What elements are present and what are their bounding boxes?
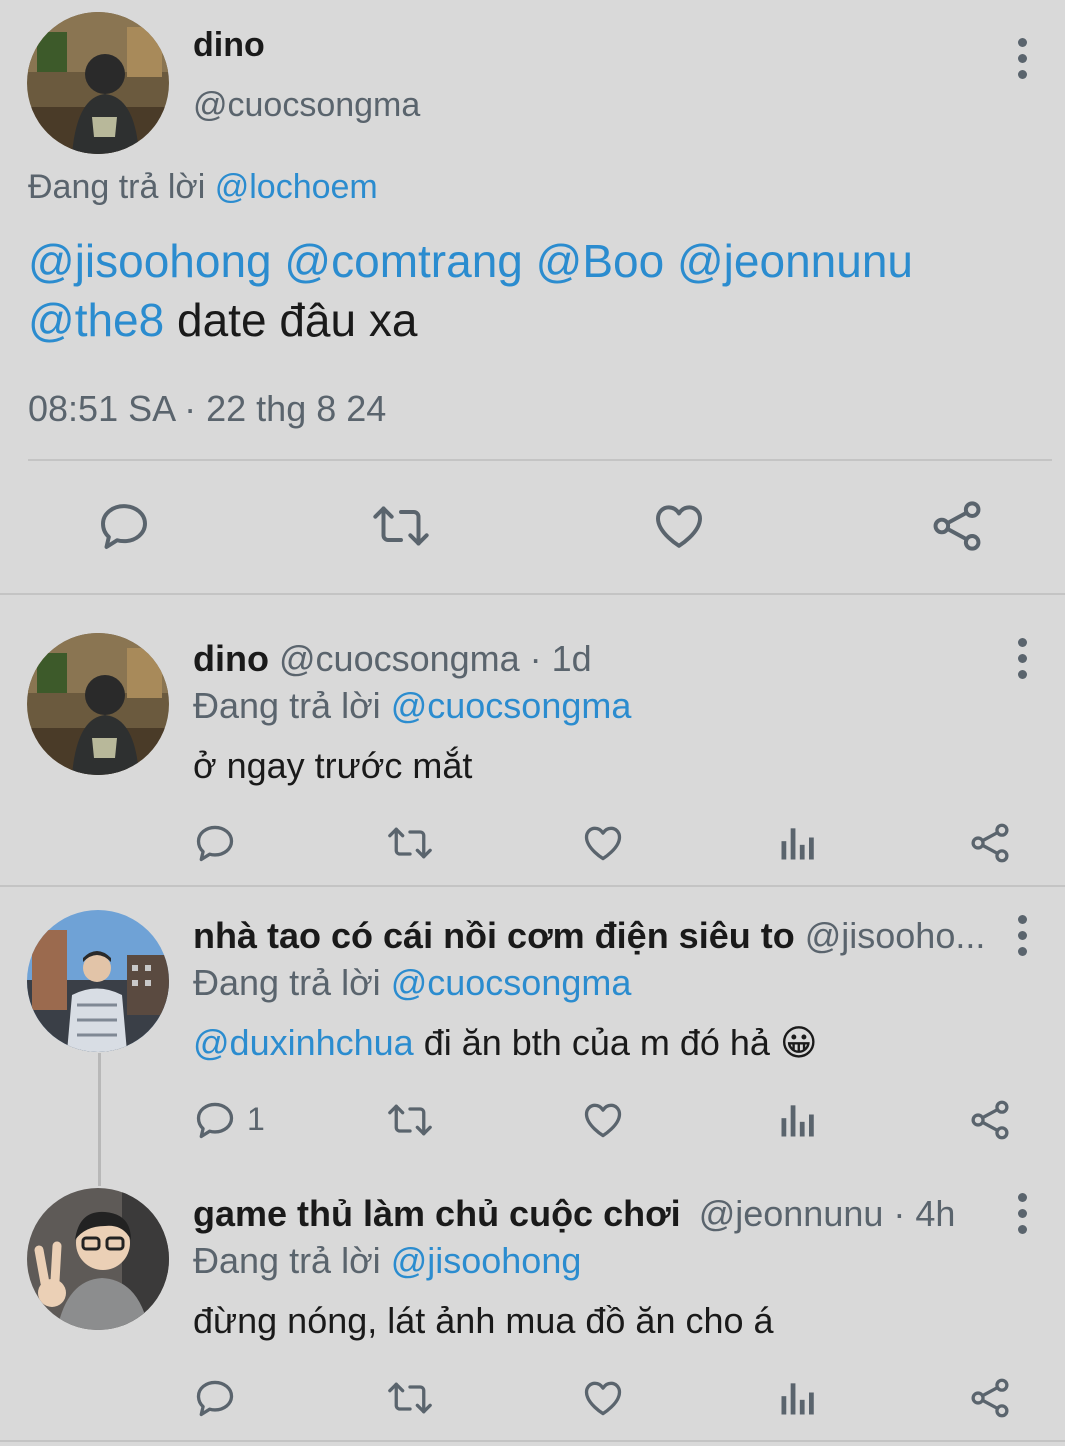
mention-link[interactable]: @jeonnunu (677, 235, 913, 287)
divider (28, 459, 1052, 461)
avatar-dino[interactable] (27, 633, 169, 775)
mention-link[interactable]: @jisoohong (28, 235, 272, 287)
handle-time[interactable]: @jisooho... (805, 915, 986, 956)
reply-to-link[interactable]: @jisoohong (391, 1240, 582, 1281)
reply-to-link[interactable]: @lochoem (215, 168, 378, 206)
tweet-text: ở ngay trước mắt (193, 745, 473, 786)
display-name[interactable]: dino (193, 638, 269, 679)
avatar-dino[interactable] (27, 12, 169, 154)
tweet-text: đừng nóng, lát ảnh mua đồ ăn cho á (193, 1300, 774, 1341)
tweet-header: dino @cuocsongma · 1d (193, 638, 592, 680)
tweet-header: game thủ làm chủ cuộc chơi @jeonnunu · 4… (193, 1193, 993, 1235)
tweet-text: @duxinhchua đi ăn bth của m đó hả 😀 (193, 1022, 817, 1064)
reply-count: 1 (247, 1101, 265, 1137)
tweet-separator (0, 593, 1065, 595)
analytics-icon[interactable] (776, 821, 820, 865)
analytics-icon[interactable] (776, 1098, 820, 1142)
tweet-header: nhà tao có cái nồi cơm điện siêu to @jis… (193, 915, 993, 957)
reply-context: Đang trả lời @cuocsongma (193, 962, 631, 1004)
reply-to-link[interactable]: @cuocsongma (391, 962, 632, 1003)
tweet-separator (0, 885, 1065, 887)
mention-link[interactable]: @Boo (536, 235, 665, 287)
tweet-body: đi ăn bth của m đó hả 😀 (413, 1022, 818, 1063)
like-icon[interactable] (651, 498, 707, 554)
reply-icon[interactable] (193, 821, 237, 865)
reply-context: Đang trả lời @lochoem (28, 168, 378, 207)
tweet-separator (0, 1440, 1065, 1442)
handle-time[interactable]: @jeonnunu · 4h (699, 1193, 956, 1234)
reply-context: Đang trả lời @cuocsongma (193, 685, 631, 727)
retweet-icon[interactable] (385, 1376, 435, 1420)
tweet-body: date đâu xa (164, 294, 418, 346)
share-icon[interactable] (968, 1098, 1012, 1142)
retweet-icon[interactable] (385, 821, 435, 865)
handle[interactable]: @cuocsongma (193, 86, 420, 125)
share-icon[interactable] (929, 498, 985, 554)
thread-line (98, 1053, 101, 1186)
display-name[interactable]: dino (193, 26, 265, 65)
like-icon[interactable] (581, 821, 625, 865)
display-name[interactable]: nhà tao có cái nồi cơm điện siêu to (193, 915, 795, 956)
reply-icon[interactable] (96, 498, 152, 554)
reply-prefix: Đang trả lời (193, 685, 381, 726)
reply-to-link[interactable]: @cuocsongma (391, 685, 632, 726)
more-options-icon[interactable] (1014, 628, 1030, 688)
more-options-icon[interactable] (1014, 905, 1030, 965)
display-name[interactable]: game thủ làm chủ cuộc chơi (193, 1193, 681, 1234)
mention-link[interactable]: @the8 (28, 294, 164, 346)
share-icon[interactable] (968, 1376, 1012, 1420)
share-icon[interactable] (968, 821, 1012, 865)
avatar-jeonnunu[interactable] (27, 1188, 169, 1330)
tweet-text: @jisoohong @comtrang @Boo @jeonnunu @the… (28, 232, 1028, 350)
more-options-icon[interactable] (1014, 1183, 1030, 1243)
avatar-jisoohong[interactable] (27, 910, 169, 1052)
like-icon[interactable] (581, 1098, 625, 1142)
reply-prefix: Đang trả lời (193, 1240, 381, 1281)
timestamp: 08:51 SA · 22 thg 8 24 (28, 388, 387, 429)
mention-link[interactable]: @comtrang (284, 235, 522, 287)
more-options-icon[interactable] (1014, 28, 1030, 88)
analytics-icon[interactable] (776, 1376, 820, 1420)
like-icon[interactable] (581, 1376, 625, 1420)
reply-icon[interactable] (193, 1376, 237, 1420)
mention-link[interactable]: @duxinhchua (193, 1022, 414, 1063)
retweet-icon[interactable] (370, 498, 432, 554)
retweet-icon[interactable] (385, 1098, 435, 1142)
reply-context: Đang trả lời @jisoohong (193, 1240, 581, 1282)
handle-time[interactable]: @cuocsongma · 1d (279, 638, 592, 679)
reply-prefix: Đang trả lời (193, 962, 381, 1003)
reply-prefix: Đang trả lời (28, 168, 206, 206)
reply-icon[interactable] (193, 1098, 237, 1142)
